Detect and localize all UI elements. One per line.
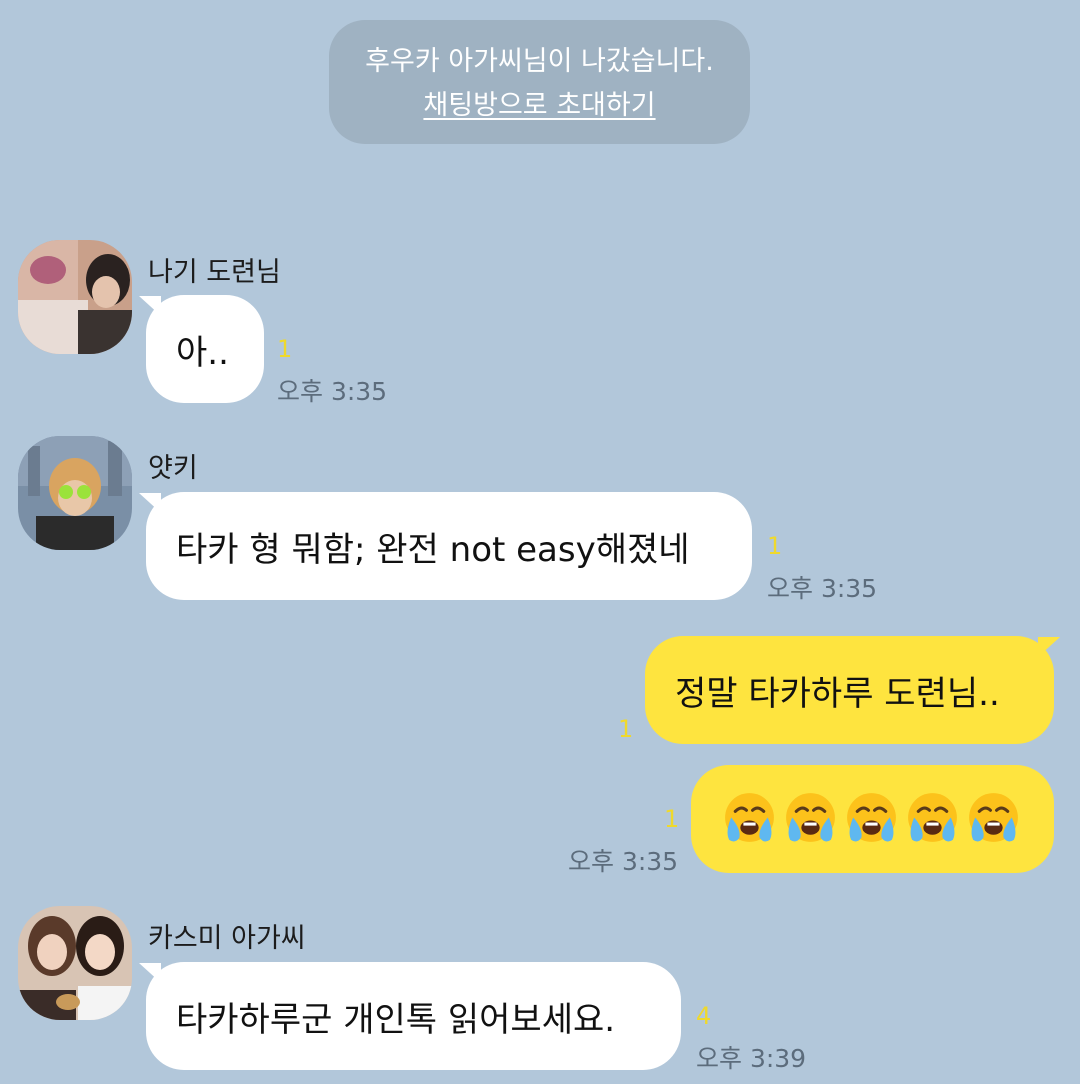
message-bubble[interactable]: 타카 형 뭐함; 완전 not easy해졌네 bbox=[146, 492, 752, 600]
message-bubble[interactable]: 타카하루군 개인톡 읽어보세요. bbox=[146, 962, 681, 1070]
loudly-crying-face-emoji-icon bbox=[786, 792, 835, 842]
avatar-yakki[interactable] bbox=[18, 436, 132, 550]
profile-photo-icon bbox=[18, 240, 132, 354]
bubble-tail bbox=[1038, 637, 1060, 657]
emoji-row bbox=[719, 789, 1024, 850]
notice-text: 후우카 아가씨님이 나갔습니다. bbox=[365, 46, 714, 77]
sender-name: 카스미 아가씨 bbox=[148, 923, 306, 954]
message-text: 정말 타카하루 도련님.. bbox=[675, 673, 1000, 714]
message-text: 아.. bbox=[176, 332, 229, 373]
message-text: 타카 형 뭐함; 완전 not easy해졌네 bbox=[176, 529, 690, 570]
unread-count: 1 bbox=[277, 335, 293, 363]
invite-to-chat-link[interactable]: 채팅방으로 초대하기 bbox=[423, 88, 655, 124]
sender-name: 얏키 bbox=[148, 453, 198, 484]
profile-photo-icon bbox=[18, 436, 132, 550]
loudly-crying-face-emoji-icon bbox=[908, 792, 957, 842]
unread-count: 1 bbox=[618, 715, 634, 743]
message-time: 오후 3:39 bbox=[696, 1044, 807, 1073]
sender-name: 나기 도련님 bbox=[148, 257, 281, 288]
avatar-nagi[interactable] bbox=[18, 240, 132, 354]
unread-count: 1 bbox=[664, 805, 680, 833]
message-time: 오후 3:35 bbox=[568, 847, 679, 876]
loudly-crying-face-emoji-icon bbox=[969, 792, 1018, 842]
message-time: 오후 3:35 bbox=[767, 574, 878, 603]
message-bubble-outgoing[interactable]: 정말 타카하루 도련님.. bbox=[645, 636, 1054, 744]
loudly-crying-face-emoji-icon bbox=[847, 792, 896, 842]
unread-count: 1 bbox=[767, 532, 783, 560]
message-text: 타카하루군 개인톡 읽어보세요. bbox=[176, 999, 616, 1040]
system-notice: 후우카 아가씨님이 나갔습니다. 채팅방으로 초대하기 bbox=[329, 20, 750, 144]
profile-photo-icon bbox=[18, 906, 132, 1020]
message-bubble[interactable]: 아.. bbox=[146, 295, 264, 403]
unread-count: 4 bbox=[696, 1002, 712, 1030]
message-bubble-outgoing[interactable] bbox=[691, 765, 1054, 873]
message-time: 오후 3:35 bbox=[277, 377, 388, 406]
loudly-crying-face-emoji-icon bbox=[725, 792, 774, 842]
avatar-kasumi[interactable] bbox=[18, 906, 132, 1020]
